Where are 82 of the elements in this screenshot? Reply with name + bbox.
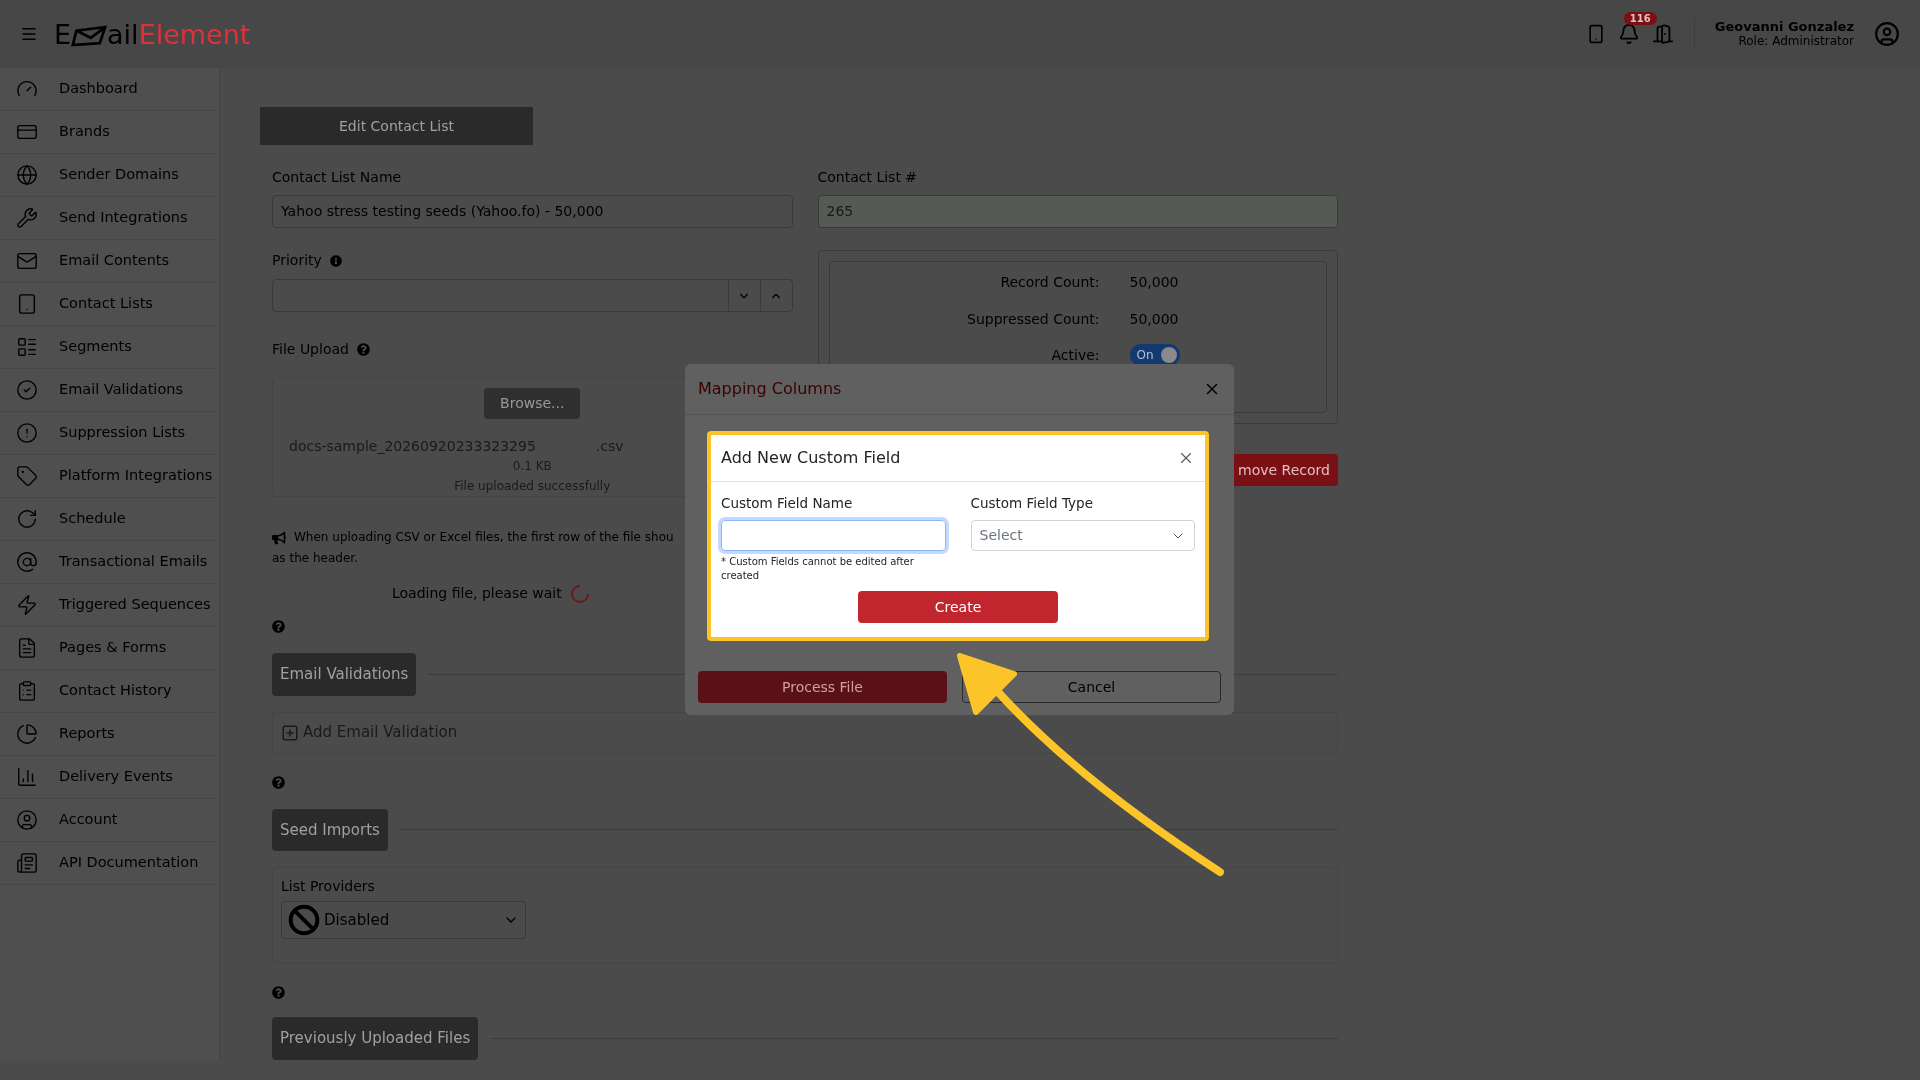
browse-button[interactable]: Browse... — [484, 388, 581, 419]
help-icon — [356, 343, 370, 356]
priority-input[interactable] — [272, 279, 793, 312]
helper-note: * Custom Fields cannot be edited after created — [721, 555, 915, 584]
logo[interactable]: E ailElement — [54, 20, 251, 48]
sidebar-item[interactable]: Suppression Lists — [0, 412, 219, 455]
megaphone-icon — [272, 530, 286, 545]
notice-text: When uploading CSV or Excel files, the first row of the file shou — [294, 529, 674, 546]
info-icon — [329, 254, 342, 267]
user-name: Geovanni Gonzalez — [1714, 19, 1854, 34]
clipboard-icon — [16, 680, 38, 702]
wrench-icon — [16, 207, 38, 229]
name-input[interactable]: Yahoo stress testing seeds (Yahoo.fo) - 50,000 — [272, 195, 793, 228]
pie-chart-icon — [16, 723, 38, 745]
field-label: Priority — [272, 251, 322, 270]
user-role: Role: Administrator — [1738, 34, 1854, 49]
alert-circle-icon — [16, 422, 38, 444]
section-title: Previously Uploaded Files — [272, 1017, 479, 1060]
field-label: Contact List Name — [272, 168, 403, 187]
sidebar-item[interactable]: Sender Domains — [0, 154, 219, 197]
field-label: Contact List # — [817, 168, 919, 187]
tablet-icon — [16, 293, 38, 315]
field-label: File Upload — [272, 340, 349, 359]
sidebar-item[interactable]: Brands — [0, 111, 219, 154]
edit-contact-list-tab[interactable]: Edit Contact List — [260, 107, 533, 145]
sidebar-item[interactable]: Email Contents — [0, 240, 219, 283]
refresh-icon — [16, 508, 38, 530]
stat-label: Suppressed Count: — [966, 310, 1100, 329]
document-icon — [16, 852, 38, 874]
providers-select[interactable]: Disabled — [281, 901, 526, 939]
help-icon — [272, 775, 285, 789]
remove-record-button[interactable]: move Record — [1232, 454, 1338, 486]
sidebar-item[interactable]: Send Integrations — [0, 197, 219, 240]
create-button[interactable]: Create — [858, 591, 1058, 624]
sidebar-item[interactable]: API Documentation — [0, 842, 219, 885]
envelope-icon — [16, 250, 38, 272]
sidebar-item[interactable]: Schedule — [0, 498, 219, 541]
sidebar-item[interactable]: Delivery Events — [0, 756, 219, 799]
bar-chart-icon — [16, 766, 38, 788]
stat-label: Active: — [1050, 345, 1100, 365]
sidebar-item[interactable]: Transactional Emails — [0, 541, 219, 584]
ban-icon — [288, 904, 320, 936]
sidebar-item[interactable]: Email Validations — [0, 369, 219, 412]
sidebar-item[interactable]: Dashboard — [0, 68, 219, 111]
sidebar-item[interactable]: Contact Lists — [0, 283, 219, 326]
section-title: Email Validations — [272, 653, 417, 696]
stat-value: 50,000 — [1129, 273, 1179, 292]
section-title: Seed Imports — [272, 808, 388, 851]
notice-text: as the header. — [272, 550, 358, 567]
plus-icon — [281, 723, 299, 742]
sidebar-item[interactable]: Triggered Sequences — [0, 584, 219, 627]
lightning-icon — [16, 594, 38, 616]
list-icon — [16, 336, 38, 358]
sidebar-item[interactable]: Platform Integrations — [0, 455, 219, 498]
help-icon — [272, 620, 285, 633]
user-circle-icon — [16, 809, 38, 831]
notification-badge: 116 — [1623, 12, 1657, 25]
sidebar-item[interactable]: Pages & Forms — [0, 627, 219, 670]
sidebar-item[interactable]: Account — [0, 799, 219, 842]
active-toggle[interactable]: On — [1129, 344, 1180, 366]
sidebar-item[interactable]: Contact History — [0, 670, 219, 713]
sidebar-item[interactable]: Segments — [0, 326, 219, 369]
loading-text: Loading file, please wait — [392, 584, 562, 603]
type-select[interactable]: Select — [970, 520, 1195, 552]
stat-value: 50,000 — [1129, 310, 1179, 329]
help-icon — [272, 986, 285, 999]
sidebar-item[interactable]: Reports — [0, 713, 219, 756]
name-input[interactable] — [721, 520, 946, 552]
avatar-icon[interactable] — [1874, 21, 1900, 47]
spinner-icon — [569, 583, 590, 604]
check-circle-icon — [16, 379, 38, 401]
tag-icon — [16, 465, 38, 487]
at-sign-icon — [16, 551, 38, 573]
field-label: List Providers — [281, 877, 375, 896]
process-file-button[interactable]: Process File — [698, 671, 947, 703]
field-label: Custom Field Type — [970, 494, 1094, 513]
stat-label: Record Count: — [999, 273, 1100, 292]
menu-icon[interactable] — [20, 25, 38, 43]
globe-icon — [16, 164, 38, 186]
bell-icon[interactable] — [1617, 22, 1640, 46]
document-icon — [16, 637, 38, 659]
field-label: Custom Field Name — [721, 494, 854, 513]
